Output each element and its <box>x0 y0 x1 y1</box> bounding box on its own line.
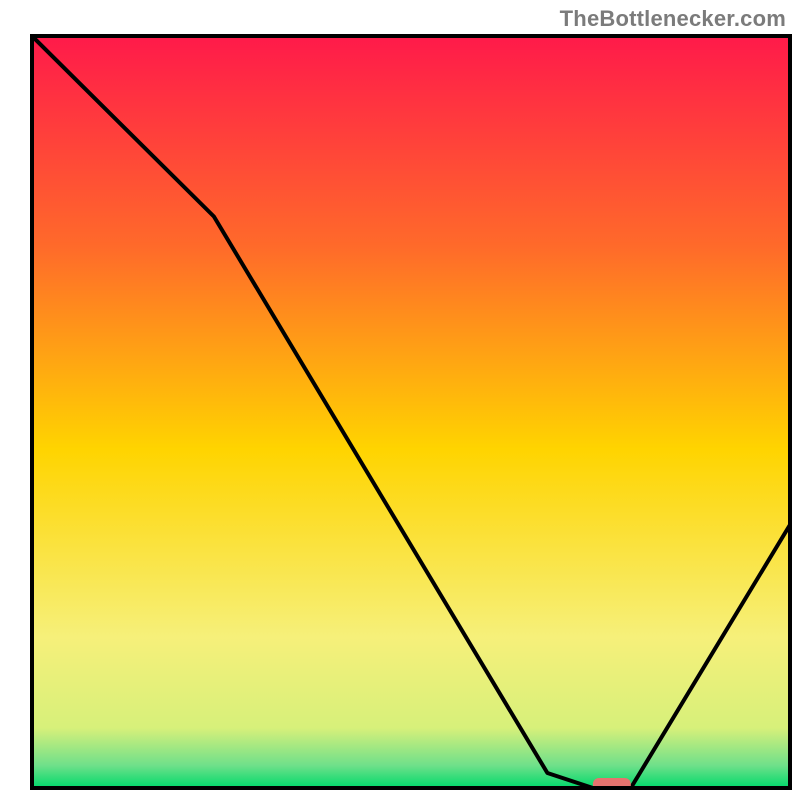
chart-container: TheBottlenecker.com <box>0 0 800 800</box>
plot-area <box>32 36 790 792</box>
bottleneck-chart <box>0 0 800 800</box>
